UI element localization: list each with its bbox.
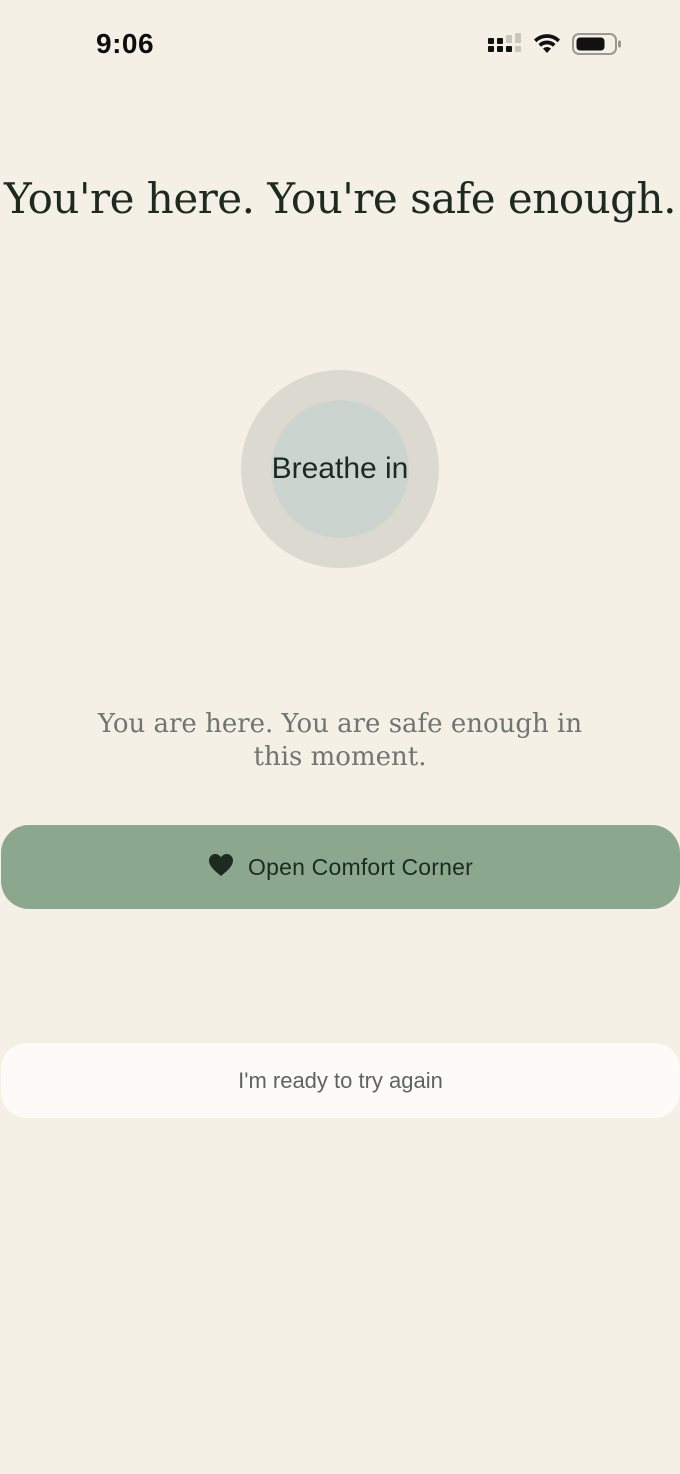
heart-icon <box>208 853 234 882</box>
page-title: You're here. You're safe enough. <box>4 174 676 223</box>
cellular-signal-icon <box>488 33 522 60</box>
ready-to-try-again-label: I'm ready to try again <box>238 1067 443 1093</box>
breathing-circle: Breathe in <box>241 370 439 568</box>
open-comfort-corner-label: Open Comfort Corner <box>248 853 473 880</box>
ready-to-try-again-button[interactable]: I'm ready to try again <box>1 1043 680 1118</box>
breathing-prompt: Breathe in <box>271 452 409 485</box>
status-time: 9:06 <box>96 28 155 59</box>
status-icons <box>488 32 622 61</box>
battery-icon <box>572 32 622 61</box>
wifi-icon <box>532 33 562 60</box>
reassurance-message: You are here. You are safe enough in thi… <box>97 709 583 772</box>
open-comfort-corner-button[interactable]: Open Comfort Corner <box>1 825 680 909</box>
status-bar: 9:06 <box>0 0 680 92</box>
